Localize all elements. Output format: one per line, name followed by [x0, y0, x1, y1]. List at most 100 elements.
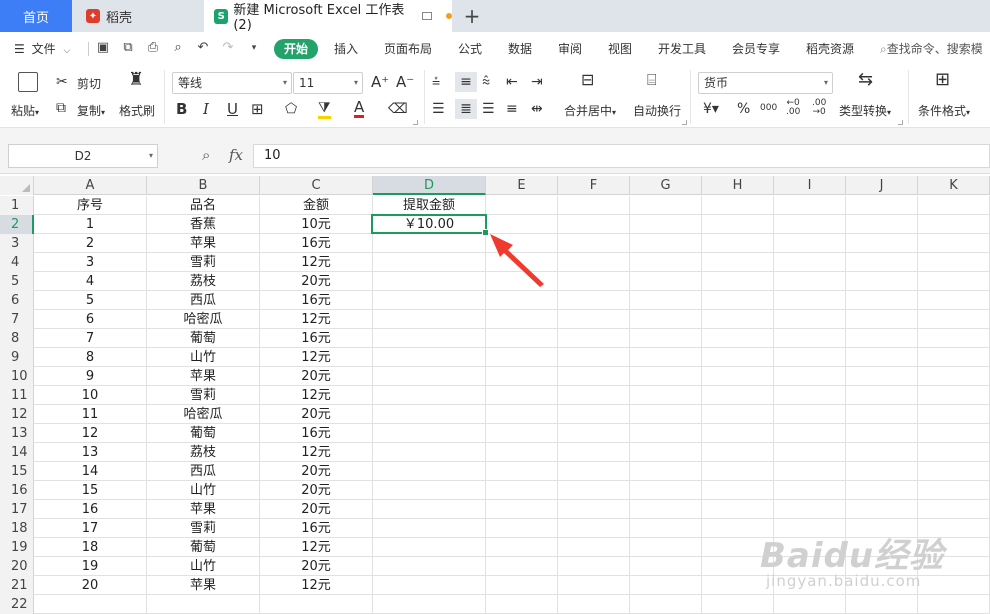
cell-b12[interactable]: 哈密瓜	[147, 405, 260, 424]
cell-g16[interactable]	[630, 481, 702, 500]
cell-f22[interactable]	[558, 595, 630, 614]
cell-d1[interactable]: 提取金额	[373, 196, 486, 215]
print-icon[interactable]: ⎙	[145, 40, 161, 56]
menu-data[interactable]: 数据	[508, 39, 532, 59]
cell-c14[interactable]: 12元	[260, 443, 373, 462]
cell-e20[interactable]	[486, 557, 558, 576]
row-header[interactable]: 14	[0, 443, 34, 462]
cell-d3[interactable]	[373, 234, 486, 253]
cell-j2[interactable]	[846, 215, 918, 234]
cell-d13[interactable]	[373, 424, 486, 443]
cell-h3[interactable]	[702, 234, 774, 253]
cell-g5[interactable]	[630, 272, 702, 291]
file-menu[interactable]: ☰ 文件 ⌵	[14, 39, 70, 59]
clear-format-icon[interactable]: ⌫	[388, 101, 408, 117]
cell-a4[interactable]: 3	[34, 253, 147, 272]
cell-i17[interactable]	[774, 500, 846, 519]
cell-e8[interactable]	[486, 329, 558, 348]
cell-c10[interactable]: 20元	[260, 367, 373, 386]
window-icon[interactable]	[421, 12, 433, 20]
cell-e22[interactable]	[486, 595, 558, 614]
cell-a18[interactable]: 17	[34, 519, 147, 538]
cell-i6[interactable]	[774, 291, 846, 310]
cell-h4[interactable]	[702, 253, 774, 272]
row-header[interactable]: 13	[0, 424, 34, 443]
cell-k17[interactable]	[918, 500, 990, 519]
column-header-k[interactable]: K	[918, 176, 990, 195]
cell-d6[interactable]	[373, 291, 486, 310]
row-header[interactable]: 15	[0, 462, 34, 481]
column-header-h[interactable]: H	[702, 176, 774, 195]
cell-a19[interactable]: 18	[34, 538, 147, 557]
row-header[interactable]: 17	[0, 500, 34, 519]
cell-c18[interactable]: 16元	[260, 519, 373, 538]
align-right-icon[interactable]: ☰	[482, 101, 495, 117]
row-header[interactable]: 10	[0, 367, 34, 386]
cell-b11[interactable]: 雪莉	[147, 386, 260, 405]
cell-e18[interactable]	[486, 519, 558, 538]
cell-k12[interactable]	[918, 405, 990, 424]
column-header-i[interactable]: I	[774, 176, 846, 195]
select-all-corner[interactable]	[0, 176, 34, 195]
menu-start[interactable]: 开始	[274, 39, 319, 59]
cell-a12[interactable]: 11	[34, 405, 147, 424]
menu-view[interactable]: 视图	[608, 39, 632, 59]
cell-k4[interactable]	[918, 253, 990, 272]
cell-i5[interactable]	[774, 272, 846, 291]
cell-c6[interactable]: 16元	[260, 291, 373, 310]
row-header[interactable]: 9	[0, 348, 34, 367]
cell-i10[interactable]	[774, 367, 846, 386]
cell-c1[interactable]: 金额	[260, 196, 373, 215]
column-header-b[interactable]: B	[147, 176, 260, 195]
save-icon[interactable]: ▣	[95, 40, 111, 56]
cell-a8[interactable]: 7	[34, 329, 147, 348]
cell-d9[interactable]	[373, 348, 486, 367]
cell-a13[interactable]: 12	[34, 424, 147, 443]
cell-g13[interactable]	[630, 424, 702, 443]
number-format-select[interactable]: 货币 ▾	[698, 72, 833, 94]
cell-b10[interactable]: 苹果	[147, 367, 260, 386]
cell-f3[interactable]	[558, 234, 630, 253]
cell-c2[interactable]: 10元	[260, 215, 373, 234]
cell-k7[interactable]	[918, 310, 990, 329]
cell-d4[interactable]	[373, 253, 486, 272]
cell-k1[interactable]	[918, 196, 990, 215]
paste-button[interactable]: 粘贴▾	[11, 102, 39, 119]
cell-k16[interactable]	[918, 481, 990, 500]
cell-g19[interactable]	[630, 538, 702, 557]
cell-e12[interactable]	[486, 405, 558, 424]
decrease-decimal-icon[interactable]: .00 →0	[812, 99, 826, 117]
cell-a7[interactable]: 6	[34, 310, 147, 329]
percent-icon[interactable]: %	[737, 101, 750, 117]
menu-review[interactable]: 审阅	[558, 39, 582, 59]
redo-icon[interactable]: ↷	[220, 40, 236, 56]
cell-d14[interactable]	[373, 443, 486, 462]
cell-e10[interactable]	[486, 367, 558, 386]
font-dialog-launcher[interactable]	[413, 120, 418, 125]
cell-c3[interactable]: 16元	[260, 234, 373, 253]
cell-b15[interactable]: 西瓜	[147, 462, 260, 481]
cell-g14[interactable]	[630, 443, 702, 462]
tab-home[interactable]: 首页	[0, 0, 72, 32]
cell-a5[interactable]: 4	[34, 272, 147, 291]
cell-c17[interactable]: 20元	[260, 500, 373, 519]
font-name-select[interactable]: 等线 ▾	[172, 72, 292, 94]
border-icon[interactable]: ⊞	[251, 101, 264, 117]
increase-font-icon[interactable]: A⁺	[371, 74, 389, 90]
cell-k11[interactable]	[918, 386, 990, 405]
cell-b13[interactable]: 葡萄	[147, 424, 260, 443]
indent-icon[interactable]: ⇥	[531, 74, 543, 90]
column-header-j[interactable]: J	[846, 176, 918, 195]
row-header[interactable]: 20	[0, 557, 34, 576]
cell-c9[interactable]: 12元	[260, 348, 373, 367]
number-dialog-launcher[interactable]	[898, 120, 903, 125]
align-middle-icon[interactable]: ≡	[455, 72, 477, 92]
column-header-d[interactable]: D	[373, 176, 486, 195]
cell-i9[interactable]	[774, 348, 846, 367]
paste-icon[interactable]	[18, 72, 38, 92]
cell-b1[interactable]: 品名	[147, 196, 260, 215]
cell-a22[interactable]	[34, 595, 147, 614]
cell-i11[interactable]	[774, 386, 846, 405]
cell-j5[interactable]	[846, 272, 918, 291]
customize-toolbar-icon[interactable]: ▾	[246, 40, 262, 56]
